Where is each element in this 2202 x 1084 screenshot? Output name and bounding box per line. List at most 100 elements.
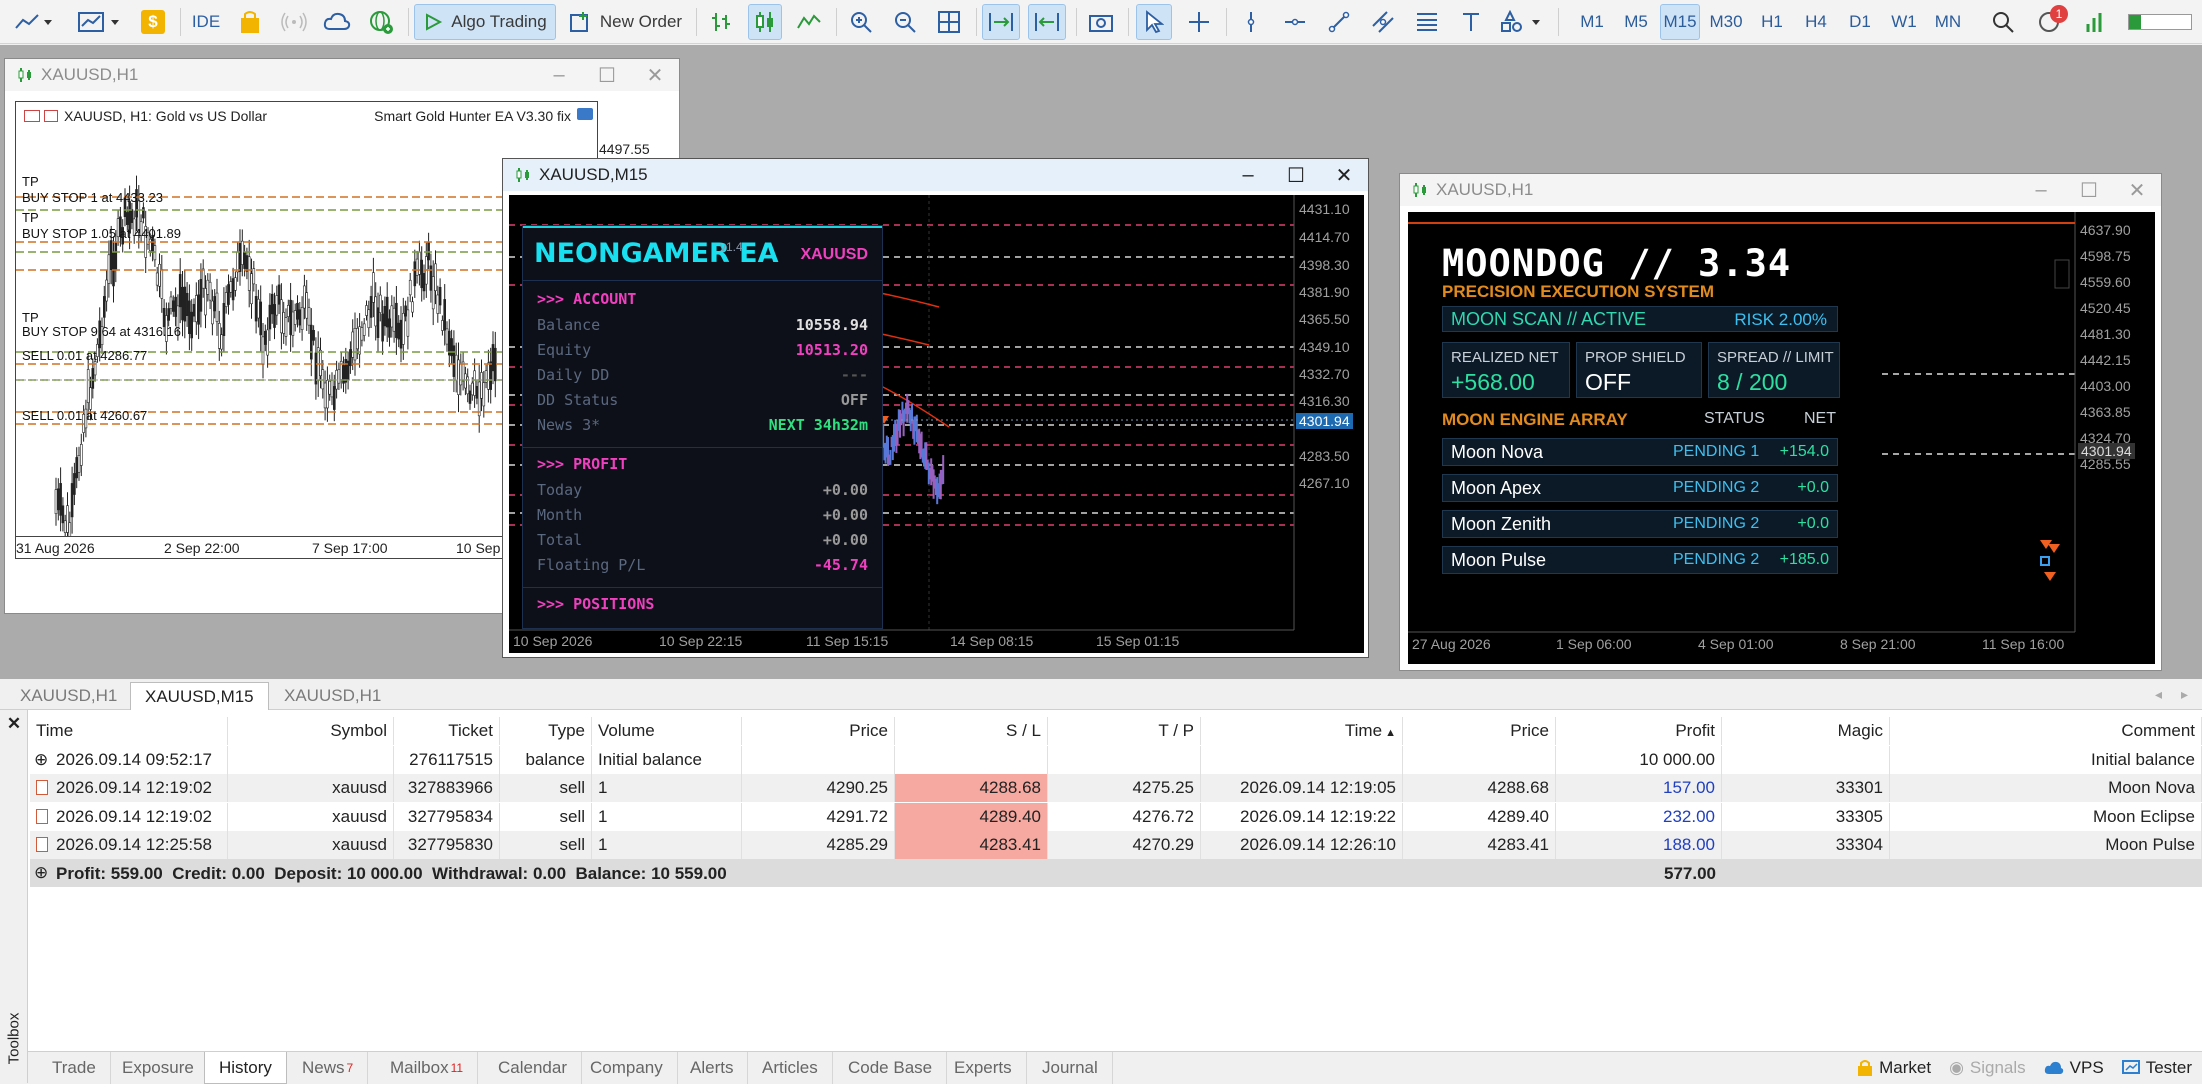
tab-alerts[interactable]: Alerts [676,1052,749,1084]
shapes-button[interactable] [1496,4,1548,40]
chart-type-button[interactable] [6,4,62,40]
screenshot-button[interactable] [1084,4,1118,40]
chart-tab-0[interactable]: XAUUSD,H1 [6,682,131,710]
table-row[interactable]: 2026.09.14 12:19:02 xauusd 327883966 sell 1 4… [30,774,2202,802]
timeframe-h1[interactable]: H1 [1752,4,1792,40]
column-header[interactable]: Price [1403,717,1556,745]
tabs-scroll-right-icon[interactable]: ▸ [2181,686,2188,703]
column-header[interactable]: T / P [1048,717,1201,745]
timeframe-h4[interactable]: H4 [1796,4,1836,40]
candle-body [190,311,193,339]
column-header[interactable]: Time ▲ [1201,717,1403,745]
market-bag-button[interactable] [234,4,266,40]
crosshair-button[interactable] [1182,4,1216,40]
chart-tab-2[interactable]: XAUUSD,H1 [270,682,395,710]
shopping-bag-icon [241,11,259,33]
close-toolbox-icon[interactable]: ✕ [0,714,28,734]
signals-link[interactable]: ◉ Signals [1949,1058,2026,1078]
tab-mailbox[interactable]: Mailbox 11 [376,1052,479,1084]
column-header[interactable]: Symbol [228,717,394,745]
signals-button[interactable] [278,4,310,40]
tab-experts[interactable]: Experts [940,1052,1027,1084]
line-button[interactable] [792,4,826,40]
engine-name: Moon Zenith [1451,514,1552,534]
column-header[interactable]: Comment [1890,717,2202,745]
tab-articles[interactable]: Articles [748,1052,833,1084]
column-header[interactable]: Time [30,717,228,745]
network-button[interactable] [364,4,398,40]
tester-link[interactable]: Tester [2121,1058,2192,1078]
bar-chart-button[interactable] [704,4,738,40]
maximize-icon[interactable]: ☐ [1272,163,1320,188]
tabs-scroll-left-icon[interactable]: ◂ [2155,686,2162,703]
timeframe-m15[interactable]: M15 [1660,4,1700,40]
column-header[interactable]: Type [500,717,592,745]
close-icon[interactable]: ✕ [2113,178,2161,203]
candle-body [305,292,309,319]
minimize-icon[interactable]: – [535,64,583,87]
column-header[interactable]: Magic [1722,717,1890,745]
vps-link[interactable]: VPS [2044,1058,2104,1078]
timeframe-d1[interactable]: D1 [1840,4,1880,40]
table-row[interactable]: 2026.09.14 12:25:58 xauusd 327795830 sell 1 4… [30,831,2202,859]
tab-history[interactable]: History [204,1052,287,1084]
maximize-icon[interactable]: ☐ [583,63,631,88]
new-order-button[interactable]: New Order [562,4,688,40]
search-button[interactable] [1986,4,2020,40]
column-header[interactable]: S / L [895,717,1048,745]
connection-status[interactable] [2080,4,2110,40]
candle-body [238,243,242,272]
tab-journal[interactable]: Journal [1028,1052,1113,1084]
column-header[interactable]: Ticket [394,717,500,745]
tab-code-base[interactable]: Code Base [834,1052,948,1084]
fibonacci-button[interactable] [1410,4,1444,40]
timeframe-m5[interactable]: M5 [1616,4,1656,40]
vertical-line-button[interactable] [1234,4,1268,40]
zoom-in-button[interactable] [844,4,878,40]
tile-windows-button[interactable] [932,4,966,40]
timeframe-m1[interactable]: M1 [1572,4,1612,40]
text-button[interactable] [1454,4,1488,40]
chart-window-xauusd-h1-right[interactable]: XAUUSD,H1 – ☐ ✕ 4637.90 4598.75 4559.60 4520.… [1399,173,2162,671]
close-icon[interactable]: ✕ [1320,163,1368,188]
channel-button[interactable] [1366,4,1400,40]
deal-document-icon [36,837,48,852]
close-icon[interactable]: ✕ [631,63,679,88]
tab-trade[interactable]: Trade [38,1052,111,1084]
dark-price-chart[interactable]: 4431.10 4414.70 4398.30 4381.90 4365.50 4349.… [509,195,1364,653]
chart-tab-1[interactable]: XAUUSD,M15 [130,682,269,710]
cursor-button[interactable] [1136,4,1172,40]
maximize-icon[interactable]: ☐ [2065,178,2113,203]
table-cell: 4275.25 [1048,774,1201,802]
algo-trading-button[interactable]: Algo Trading [414,4,556,40]
market-link[interactable]: Market [1857,1058,1931,1078]
column-header[interactable]: Volume [592,717,742,745]
timeframe-mn[interactable]: MN [1928,4,1968,40]
timeframe-w1[interactable]: W1 [1884,4,1924,40]
chart-shift-button[interactable] [1028,4,1066,40]
minimize-icon[interactable]: – [2017,179,2065,202]
cloud-button[interactable] [320,4,354,40]
horizontal-line-button[interactable] [1278,4,1312,40]
dollar-button[interactable]: $ [138,4,168,40]
indicators-button[interactable] [74,4,126,40]
auto-scroll-button[interactable] [982,4,1020,40]
trendline-button[interactable] [1322,4,1356,40]
notifications-button[interactable]: 1 [2030,4,2070,40]
timeframe-m30[interactable]: M30 [1706,4,1746,40]
candlestick-button[interactable] [748,4,782,40]
column-header[interactable]: Price [742,717,895,745]
dark-price-chart[interactable]: 4637.90 4598.75 4559.60 4520.45 4481.30 4442.… [1408,212,2155,664]
column-header[interactable]: Profit [1556,717,1722,745]
shapes-icon [1501,10,1540,32]
zoom-out-button[interactable] [888,4,922,40]
tab-exposure[interactable]: Exposure [108,1052,209,1084]
tab-news[interactable]: News 7 [288,1052,369,1084]
chart-window-xauusd-m15[interactable]: XAUUSD,M15 – ☐ ✕ 4431.10 4414.70 4398.30 4381… [502,158,1369,658]
tab-calendar[interactable]: Calendar [484,1052,582,1084]
ide-button[interactable]: IDE [188,4,224,40]
table-row[interactable]: 2026.09.14 12:19:02 xauusd 327795834 sell 1 4… [30,802,2202,831]
minimize-icon[interactable]: – [1224,164,1272,187]
tab-company[interactable]: Company [576,1052,678,1084]
table-row[interactable]: 2026.09.14 09:52:17 ⊕ 276117515 balance Init… [30,745,2202,774]
